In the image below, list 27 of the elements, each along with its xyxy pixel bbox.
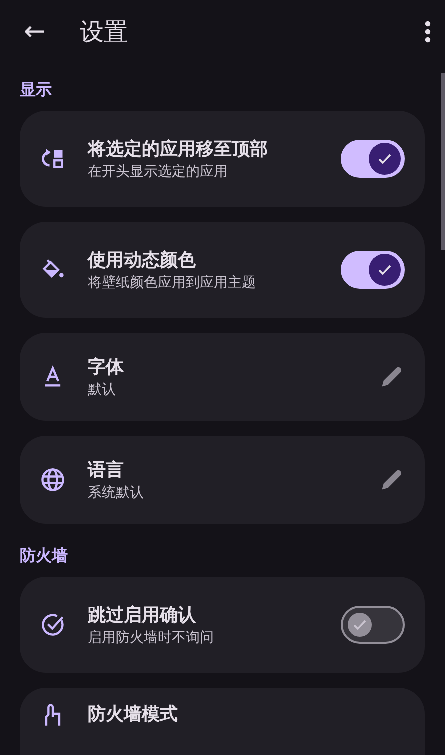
setting-card[interactable]: 使用动态颜色 将壁纸颜色应用到应用主题 <box>20 222 425 318</box>
setting-subtitle: 系统默认 <box>88 484 145 502</box>
setting-card[interactable]: 语言 系统默认 <box>20 436 425 524</box>
setting-card[interactable]: 字体 默认 <box>20 333 425 421</box>
setting-subtitle: 启用防火墙时不询问 <box>88 629 215 647</box>
setting-title: 使用动态颜色 <box>88 249 197 272</box>
globe-icon <box>40 467 66 493</box>
setting-title: 字体 <box>88 356 125 379</box>
setting-card[interactable]: 将选定的应用移至顶部 在开头显示选定的应用 <box>20 111 425 207</box>
toggle-switch[interactable] <box>341 251 405 289</box>
setting-subtitle: 在开头显示选定的应用 <box>88 163 229 181</box>
setting-title: 将选定的应用移至顶部 <box>88 138 269 161</box>
section-header: 防火墙 <box>19 545 69 567</box>
page-title: 设置 <box>80 17 129 48</box>
setting-card[interactable]: 防火墙模式 <box>20 688 425 755</box>
toggle-switch[interactable] <box>341 140 405 178</box>
setting-subtitle: 将壁纸颜色应用到应用主题 <box>88 274 257 292</box>
setting-title: 语言 <box>88 459 125 482</box>
setting-subtitle: 默认 <box>88 381 117 399</box>
back-button[interactable]: ← <box>18 17 52 47</box>
setting-title: 防火墙模式 <box>88 703 179 726</box>
check-circle-icon <box>40 612 66 638</box>
setting-title: 跳过启用确认 <box>88 604 197 627</box>
section-header: 显示 <box>19 79 53 101</box>
more-icon[interactable] <box>425 21 431 43</box>
toggle-switch[interactable] <box>341 606 405 644</box>
setting-card[interactable]: 跳过启用确认 启用防火墙时不询问 <box>20 577 425 673</box>
